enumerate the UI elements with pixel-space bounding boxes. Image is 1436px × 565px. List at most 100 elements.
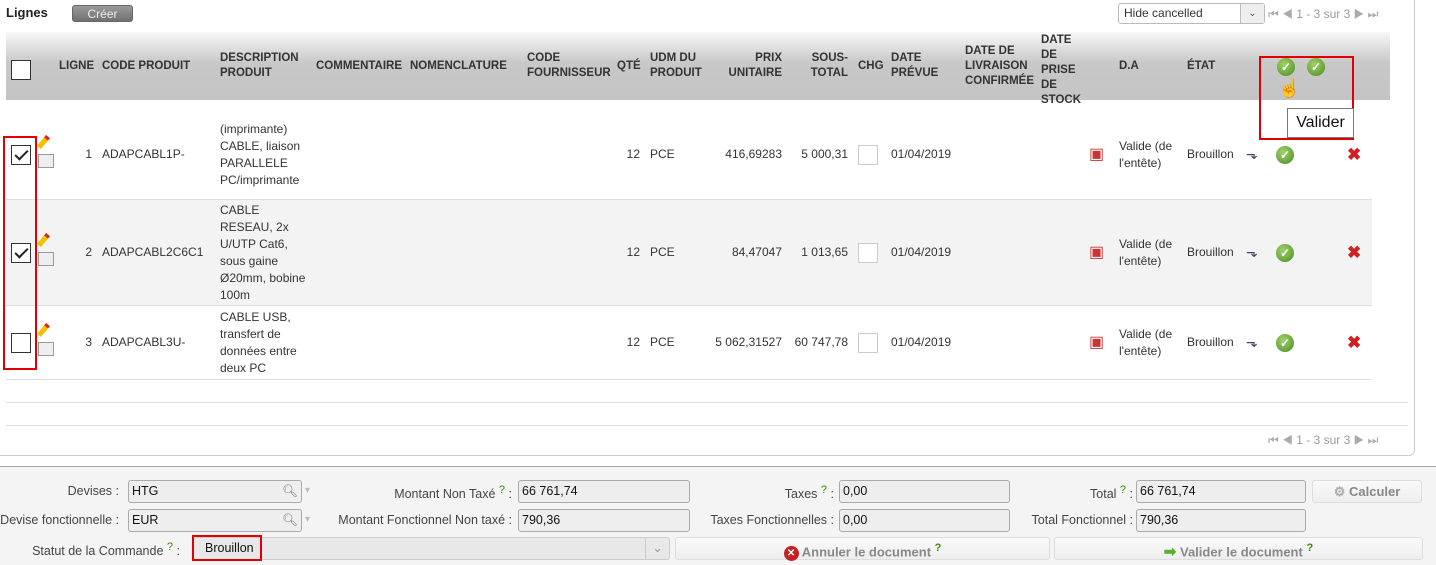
help-icon[interactable]: ? [1120,484,1126,496]
col-chg[interactable]: CHG [858,32,884,100]
search-icon[interactable]: 🔍︎ [282,481,298,502]
col-code-produit[interactable]: CODE PRODUIT [102,32,190,100]
col-sous-total[interactable]: SOUS-TOTAL [806,32,848,100]
col-ligne[interactable]: LIGNE [59,32,94,100]
last-page-icon[interactable]: ⏭ [1368,7,1379,21]
devise-fonc-field[interactable]: EUR 🔍︎ [128,509,302,532]
validate-icon[interactable]: ✓ [1276,333,1294,352]
help-icon[interactable]: ? [1306,542,1313,554]
col-etat[interactable]: ÉTAT [1187,32,1215,100]
colon: : [508,487,512,502]
cell-code-produit[interactable]: ADAPCABL2C6C1 [102,200,203,305]
cell-sous-total: 1 013,65 [801,245,848,259]
first-page-icon[interactable]: ⏮ [1268,7,1279,21]
next-page-icon[interactable]: ▶ [1354,433,1365,447]
colon: : [1129,487,1133,502]
taxes-label: Taxes [784,487,818,502]
table-row[interactable]: 1 ADAPCABL1P- (imprimante) CABLE, liaiso… [6,110,1372,200]
delete-icon[interactable]: ✖ [1347,146,1361,163]
cell-ligne: 3 [85,335,92,349]
help-icon[interactable]: ? [167,541,173,553]
validate-cell[interactable]: ✓ [1276,200,1294,305]
shapes-icon[interactable]: ▣ [1089,110,1104,199]
delete-cell[interactable]: ✖ [1347,200,1361,305]
devises-field[interactable]: HTG 🔍︎ [128,480,302,503]
transfer-icon[interactable]: ⬎ [1246,306,1258,379]
cell-da: Valide (de l'entête) [1119,326,1173,358]
mnt-label: Montant Non Taxé [394,487,496,502]
next-page-icon[interactable]: ▶ [1354,7,1365,21]
calculer-button[interactable]: ⚙ Calculer [1312,480,1422,503]
shapes-icon[interactable]: ▣ [1089,306,1104,379]
cell-udm: PCE [650,245,675,259]
help-icon[interactable]: ? [821,484,827,496]
document-icon[interactable] [38,342,54,356]
cell-chg[interactable] [858,110,878,199]
chevron-down-icon[interactable]: ⌄ [1240,4,1264,23]
pager-text: 1 - 3 sur 3 [1296,433,1351,447]
col-date-prevue[interactable]: DATE PRÉVUE [891,32,946,100]
cell-chg[interactable] [858,306,878,379]
help-icon[interactable]: ? [935,542,942,554]
col-date-prise[interactable]: DATE DE PRISE DE STOCK [1041,32,1086,108]
search-icon[interactable]: 🔍︎ [282,510,298,531]
delete-cell[interactable]: ✖ [1347,306,1361,379]
document-icon[interactable] [38,252,54,266]
cell-prix: 5 062,31527 [715,335,782,349]
last-page-icon[interactable]: ⏭ [1368,433,1379,447]
col-qte[interactable]: QTÉ [617,32,641,100]
transfer-icon[interactable]: ⬎ [1246,200,1258,305]
col-nomenclature[interactable]: NOMENCLATURE [410,32,507,100]
annuler-button[interactable]: ✕ Annuler le document ? [675,537,1050,562]
validate-icon[interactable]: ✓ [1276,243,1294,262]
col-da[interactable]: D.A [1119,32,1139,100]
highlight-box [192,535,262,561]
delete-icon[interactable]: ✖ [1347,244,1361,261]
chevron-down-icon[interactable]: ⌄ [645,538,669,559]
select-all-checkbox[interactable] [11,60,31,80]
validate-icon[interactable]: ✓ [1276,145,1294,164]
divider [6,402,1408,403]
col-commentaire[interactable]: COMMENTAIRE [316,32,402,100]
prev-page-icon[interactable]: ◀ [1282,433,1293,447]
calculer-label: Calculer [1348,484,1401,499]
cell-code-produit[interactable]: ADAPCABL1P- [102,110,185,199]
shapes-icon[interactable]: ▣ [1089,200,1104,305]
mntf-field: 790,36 [518,509,690,532]
document-icon[interactable] [38,154,54,168]
dropdown-icon[interactable]: ▾ [305,514,310,525]
cancelled-filter-select[interactable]: Hide cancelled ⌄ [1118,3,1265,24]
validate-cell[interactable]: ✓ [1276,306,1294,379]
chg-checkbox[interactable] [858,332,878,353]
cell-date-prevue: 01/04/2019 [891,245,952,259]
cell-da: Valide (de l'entête) [1119,236,1173,268]
col-prix[interactable]: PRIX UNITAIRE [720,32,782,100]
col-date-livraison[interactable]: DATE DE LIVRAISON CONFIRMÉE [965,32,1037,100]
cell-code-produit[interactable]: ADAPCABL3U- [102,306,185,379]
chg-checkbox[interactable] [858,144,878,165]
annuler-label: Annuler le document [801,544,932,560]
col-code-fournisseur[interactable]: CODE FOURNISSEUR [527,32,612,100]
cell-qte: 12 [626,335,640,349]
dropdown-icon[interactable]: ▾ [305,485,310,496]
edit-pencil-icon[interactable] [37,233,50,247]
col-description[interactable]: DESCRIPTION PRODUIT [220,32,305,100]
edit-pencil-icon[interactable] [37,323,50,337]
chg-checkbox[interactable] [858,242,878,263]
create-button[interactable]: Créer [72,5,133,22]
valider-label: Valider le document [1180,544,1303,560]
prev-page-icon[interactable]: ◀ [1282,7,1293,21]
help-icon[interactable]: ? [499,484,505,496]
transfer-icon[interactable]: ⬎ [1246,110,1258,199]
cell-ligne: 1 [85,147,92,161]
cell-qte: 12 [626,147,640,161]
cell-chg[interactable] [858,200,878,305]
valider-button[interactable]: ➡ Valider le document ? [1054,537,1423,560]
statut-select[interactable]: Brouillon ⌄ [193,537,670,560]
first-page-icon[interactable]: ⏮ [1268,433,1279,447]
edit-pencil-icon[interactable] [37,135,50,149]
table-row[interactable]: 2 ADAPCABL2C6C1 CABLE RESEAU, 2x U/UTP C… [6,200,1372,306]
col-udm[interactable]: UDM DU PRODUIT [650,32,710,100]
table-row[interactable]: 3 ADAPCABL3U- CABLE USB, transfert de do… [6,306,1372,380]
delete-icon[interactable]: ✖ [1347,334,1361,351]
